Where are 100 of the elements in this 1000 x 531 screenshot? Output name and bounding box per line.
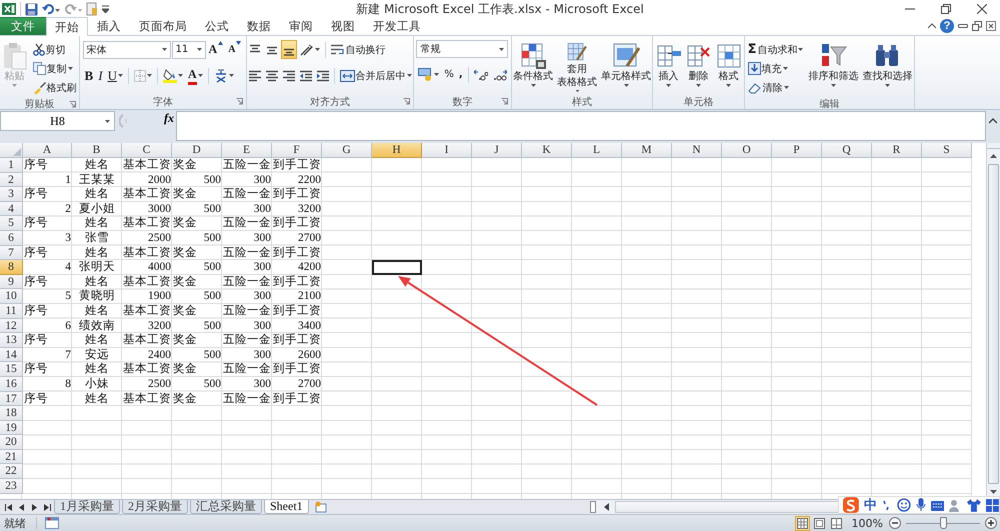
grow-font-button[interactable]: A — [206, 40, 226, 59]
font-color-button[interactable]: A — [186, 66, 205, 85]
help-button[interactable]: ? — [940, 19, 954, 33]
copy-button[interactable]: 复制 — [30, 59, 78, 78]
ribbon-tab[interactable]: 数据 — [238, 17, 280, 35]
column-header[interactable]: J — [472, 143, 522, 158]
zoom-in-button[interactable] — [985, 517, 997, 529]
row-header[interactable]: 11 — [0, 304, 23, 319]
column-header[interactable]: R — [872, 143, 922, 158]
cells-button[interactable]: 插入 — [654, 40, 682, 94]
shrink-font-button[interactable]: A — [226, 40, 244, 59]
zoom-out-button[interactable] — [889, 517, 901, 529]
row-header[interactable]: 5 — [0, 216, 23, 231]
cut-button[interactable]: 剪切 — [30, 40, 78, 59]
ribbon-tab[interactable]: 审阅 — [280, 17, 322, 35]
percent-button[interactable]: % — [442, 65, 456, 84]
wrap-text-button[interactable]: 自动换行 — [328, 40, 388, 59]
column-header[interactable]: I — [422, 143, 472, 158]
sheet-tab[interactable]: 汇总采购量 — [190, 500, 262, 514]
column-header[interactable]: A — [23, 143, 72, 158]
row-header[interactable]: 13 — [0, 333, 23, 348]
style-button[interactable]: 套用 表格格式 — [556, 40, 598, 94]
column-header[interactable]: C — [122, 143, 172, 158]
column-header[interactable]: S — [922, 143, 972, 158]
scrollbar-thumb[interactable] — [988, 164, 999, 484]
column-header[interactable]: F — [272, 143, 322, 158]
row-header[interactable]: 17 — [0, 392, 23, 406]
fill-button[interactable]: 填充 — [746, 59, 806, 78]
zoom-slider-thumb[interactable] — [940, 516, 947, 528]
row-header[interactable]: 18 — [0, 406, 23, 421]
row-header[interactable]: 4 — [0, 202, 23, 216]
cells-button[interactable]: 删除 — [684, 40, 712, 94]
ribbon-tab[interactable]: 开始 — [46, 17, 88, 36]
autosum-button[interactable]: Σ 自动求和 — [746, 40, 806, 59]
row-header[interactable]: 10 — [0, 289, 23, 304]
row-header[interactable]: 22 — [0, 464, 23, 480]
selected-cell[interactable] — [372, 260, 422, 275]
row-header[interactable]: 16 — [0, 376, 23, 392]
column-header[interactable]: O — [722, 143, 772, 158]
ribbon-tab[interactable]: 文件 — [0, 17, 46, 35]
row-header[interactable]: 3 — [0, 187, 23, 202]
input-mode-button[interactable]: 中 — [864, 496, 877, 514]
row-header[interactable]: 9 — [0, 274, 23, 290]
number-format-field[interactable]: 常规 — [416, 40, 508, 58]
sort-filter-button[interactable]: 排序和筛选 — [807, 40, 860, 94]
column-header[interactable]: N — [672, 143, 722, 158]
column-header[interactable]: M — [622, 143, 672, 158]
column-header[interactable]: K — [522, 143, 572, 158]
vertical-align-button[interactable] — [280, 40, 296, 59]
row-header[interactable]: 7 — [0, 246, 23, 260]
accounting-format-button[interactable] — [416, 65, 442, 84]
name-box[interactable]: H8 — [0, 111, 115, 131]
document-icon — [86, 2, 98, 16]
ribbon-tab[interactable]: 开发工具 — [364, 17, 430, 35]
find-select-button[interactable]: 查找和选择 — [861, 40, 914, 94]
row-header[interactable]: 20 — [0, 435, 23, 450]
style-button[interactable]: 单元格样式 — [600, 40, 652, 94]
merge-center-button[interactable]: 合并后居中 — [338, 66, 414, 85]
font-name-field[interactable]: 宋体 — [82, 40, 171, 58]
view-button[interactable] — [812, 516, 827, 530]
column-header[interactable]: B — [72, 143, 122, 158]
view-button[interactable] — [828, 516, 844, 530]
bold-button[interactable]: B — [82, 66, 96, 85]
ribbon-tab[interactable]: 公式 — [196, 17, 238, 35]
format-painter-button[interactable]: 格式刷 — [30, 78, 78, 97]
underline-button[interactable]: U — [106, 66, 125, 85]
row-header[interactable]: 21 — [0, 450, 23, 464]
column-header[interactable]: E — [222, 143, 272, 158]
comma-style-button[interactable]: , — [456, 65, 465, 84]
cells-button[interactable]: 格式 — [714, 40, 742, 94]
zoom-level[interactable]: 100% — [852, 516, 883, 530]
style-button[interactable]: 条件格式 — [512, 40, 554, 94]
row-header[interactable]: 19 — [0, 420, 23, 436]
row-header[interactable]: 8 — [0, 260, 23, 275]
column-header[interactable]: D — [172, 143, 222, 158]
column-header[interactable]: P — [772, 143, 822, 158]
column-header[interactable]: G — [322, 143, 372, 158]
font-size-field[interactable]: 11 — [172, 40, 206, 58]
view-button[interactable] — [794, 516, 810, 530]
italic-button[interactable]: I — [96, 66, 105, 85]
row-header[interactable]: 15 — [0, 362, 23, 377]
sheet-tab[interactable]: 1月采购量 — [54, 500, 120, 514]
row-header[interactable]: 14 — [0, 348, 23, 362]
column-header[interactable]: L — [572, 143, 622, 158]
row-header[interactable]: 23 — [0, 479, 23, 494]
clear-button[interactable]: 清除 — [746, 78, 806, 97]
column-header[interactable]: Q — [822, 143, 872, 158]
ribbon-tab[interactable]: 视图 — [322, 17, 364, 35]
ribbon-tab[interactable]: 页面布局 — [130, 17, 196, 35]
fill-color-button[interactable] — [160, 66, 185, 85]
formula-input[interactable] — [176, 111, 986, 141]
ribbon-tab[interactable]: 插入 — [88, 17, 130, 35]
row-header[interactable]: 2 — [0, 172, 23, 188]
insert-function-button[interactable]: fx — [162, 111, 176, 126]
row-header[interactable]: 6 — [0, 230, 23, 246]
column-header[interactable]: H — [372, 143, 422, 158]
row-header[interactable]: 1 — [0, 158, 23, 173]
row-header[interactable]: 12 — [0, 318, 23, 334]
sheet-tab[interactable]: 2月采购量 — [122, 500, 188, 514]
sheet-tab[interactable]: Sheet1 — [264, 500, 309, 514]
